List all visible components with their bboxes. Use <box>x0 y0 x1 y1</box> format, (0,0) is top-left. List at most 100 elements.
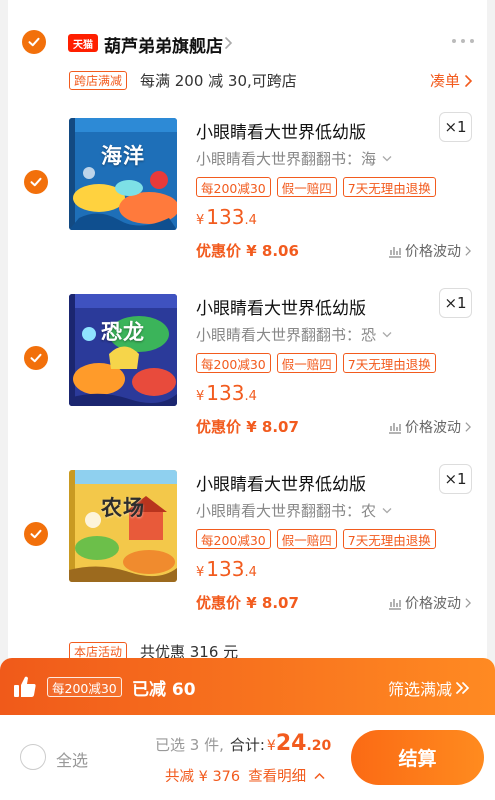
book-cover-image[interactable]: 海洋 <box>69 118 177 230</box>
book-cover-title: 海洋 <box>101 144 145 168</box>
item-price: ¥ 133 .4 <box>196 381 257 405</box>
check-icon <box>30 529 42 539</box>
shop-select-checkbox[interactable] <box>22 30 46 54</box>
total-label: 合计: <box>229 736 265 754</box>
promo-badge: 每200减30 <box>196 529 271 549</box>
price-currency: ¥ <box>196 389 205 404</box>
price-fluctuation-label: 价格波动 <box>405 420 461 436</box>
discount-price: 优惠价 ¥ 8.07 <box>196 418 299 436</box>
savings-detail-link[interactable]: 共减 ¥ 376 查看明细 <box>165 765 325 786</box>
price-integer: 133 <box>206 557 245 581</box>
book-cover-image[interactable]: 农场 <box>69 470 177 582</box>
price-fluctuation-link[interactable]: 价格波动 <box>388 241 472 261</box>
chevron-right-icon <box>465 598 471 608</box>
sku-selector[interactable]: 小眼睛看大世界翻翻书：恐 <box>196 324 392 345</box>
check-icon <box>28 37 40 47</box>
item-price: ¥ 133 .4 <box>196 205 257 229</box>
select-all-label[interactable]: 全选 <box>56 747 88 771</box>
promo-badge: 每200减30 <box>196 177 271 197</box>
checkout-button[interactable]: 结算 <box>351 730 484 785</box>
chevron-right-icon <box>465 74 473 87</box>
more-icon[interactable] <box>452 36 474 46</box>
double-chevron-right-icon <box>456 682 470 694</box>
chevron-down-icon <box>382 156 392 162</box>
chevron-right-icon <box>465 246 471 256</box>
price-integer: 133 <box>206 205 245 229</box>
return-badge: 7天无理由退换 <box>342 177 436 197</box>
price-integer: 133 <box>206 381 245 405</box>
promo-badge: 每200减30 <box>196 353 271 373</box>
guarantee-badge: 假一赔四 <box>276 353 337 373</box>
quantity-button[interactable]: ×1 <box>439 464 472 494</box>
cart-item: 恐龙 小眼睛看大世界低幼版 ×1 小眼睛看大世界翻翻书：恐 每200减30 假一… <box>8 288 487 464</box>
discount-banner[interactable]: 每200减30 已减 60 筛选满减 <box>0 658 495 715</box>
banner-saved-amount: 已减 60 <box>132 680 196 700</box>
promo-text: 每满 200 减 30,可跨店 <box>140 72 297 90</box>
book-cover-title: 农场 <box>101 496 145 520</box>
shop-name[interactable]: 葫芦弟弟旗舰店 <box>104 32 223 57</box>
return-badge: 7天无理由退换 <box>342 529 436 549</box>
item-select-checkbox[interactable] <box>24 346 48 370</box>
view-detail-label: 查看明细 <box>248 769 307 785</box>
item-title[interactable]: 小眼睛看大世界低幼版 <box>196 294 366 319</box>
discount-price: 优惠价 ¥ 8.06 <box>196 242 299 260</box>
chevron-right-icon <box>465 422 471 432</box>
item-tags: 每200减30 假一赔四 7天无理由退换 <box>196 529 436 549</box>
filter-discount-link[interactable]: 筛选满减 <box>388 676 470 700</box>
cart-item: 海洋 小眼睛看大世界低幼版 ×1 小眼睛看大世界翻翻书：海 每200减30 假一… <box>8 112 487 288</box>
sku-selector[interactable]: 小眼睛看大世界翻翻书：海 <box>196 148 392 169</box>
tmall-badge: 天猫 <box>68 34 98 52</box>
quantity-button[interactable]: ×1 <box>439 112 472 142</box>
chevron-down-icon <box>382 332 392 338</box>
price-currency: ¥ <box>196 565 205 580</box>
price-currency: ¥ <box>196 213 205 228</box>
coudan-link[interactable]: 凑单 <box>430 70 473 91</box>
selected-count: 已选 3 件, <box>155 736 224 754</box>
price-fluctuation-link[interactable]: 价格波动 <box>388 417 472 437</box>
book-cover-title: 恐龙 <box>101 320 145 344</box>
sku-label: 小眼睛看大世界翻翻书：农 <box>196 502 377 520</box>
discount-price: 优惠价 ¥ 8.07 <box>196 594 299 612</box>
total-summary: 已选 3 件, 合计: ¥ 24 .20 <box>155 731 331 756</box>
cross-store-promo-tag: 跨店满减 <box>69 71 128 90</box>
item-tags: 每200减30 假一赔四 7天无理由退换 <box>196 177 436 197</box>
quantity-button[interactable]: ×1 <box>439 288 472 318</box>
guarantee-badge: 假一赔四 <box>276 177 337 197</box>
price-decimal: .4 <box>244 213 257 228</box>
shop-card: 天猫 葫芦弟弟旗舰店 跨店满减 每满 200 减 30,可跨店 凑单 海洋 小眼… <box>8 0 487 700</box>
chart-icon <box>389 247 401 258</box>
guarantee-badge: 假一赔四 <box>276 529 337 549</box>
cart-item: 农场 小眼睛看大世界低幼版 ×1 小眼睛看大世界翻翻书：农 每200减30 假一… <box>8 464 487 640</box>
sku-selector[interactable]: 小眼睛看大世界翻翻书：农 <box>196 500 392 521</box>
total-integer: 24 <box>275 731 307 756</box>
return-badge: 7天无理由退换 <box>342 353 436 373</box>
item-title[interactable]: 小眼睛看大世界低幼版 <box>196 470 366 495</box>
item-title[interactable]: 小眼睛看大世界低幼版 <box>196 118 366 143</box>
select-all-checkbox[interactable] <box>20 744 46 770</box>
total-saved: 共减 ¥ 376 <box>165 769 241 785</box>
coudan-label: 凑单 <box>430 72 461 90</box>
chevron-right-icon[interactable] <box>222 35 236 51</box>
check-icon <box>30 353 42 363</box>
banner-promo-tag: 每200减30 <box>47 677 122 697</box>
chart-icon <box>389 423 401 434</box>
chevron-down-icon <box>382 508 392 514</box>
item-tags: 每200减30 假一赔四 7天无理由退换 <box>196 353 436 373</box>
chart-icon <box>389 599 401 610</box>
sku-label: 小眼睛看大世界翻翻书：恐 <box>196 326 377 344</box>
thumbs-up-icon <box>14 676 36 697</box>
item-price: ¥ 133 .4 <box>196 557 257 581</box>
total-currency: ¥ <box>266 738 276 754</box>
filter-discount-label: 筛选满减 <box>388 680 453 699</box>
check-icon <box>30 177 42 187</box>
price-decimal: .4 <box>244 389 257 404</box>
checkout-bar: 全选 已选 3 件, 合计: ¥ 24 .20 共减 ¥ 376 查看明细 结算 <box>0 715 495 800</box>
item-select-checkbox[interactable] <box>24 522 48 546</box>
sku-label: 小眼睛看大世界翻翻书：海 <box>196 150 377 168</box>
price-fluctuation-label: 价格波动 <box>405 244 461 260</box>
chevron-up-icon <box>314 772 325 779</box>
book-cover-image[interactable]: 恐龙 <box>69 294 177 406</box>
price-fluctuation-link[interactable]: 价格波动 <box>388 593 472 613</box>
price-decimal: .4 <box>244 565 257 580</box>
item-select-checkbox[interactable] <box>24 170 48 194</box>
